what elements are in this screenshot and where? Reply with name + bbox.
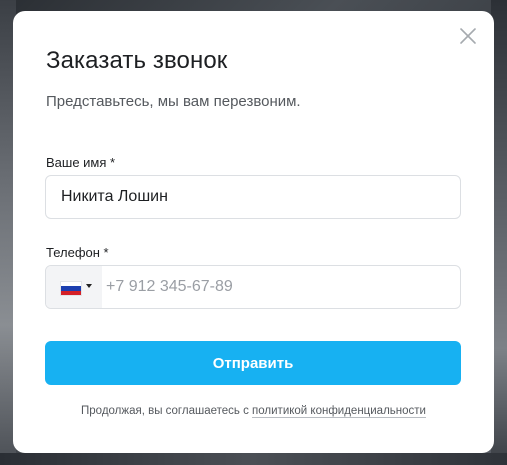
- modal-title: Заказать звонок: [46, 47, 228, 74]
- close-icon: [460, 28, 476, 44]
- close-button[interactable]: [457, 25, 479, 47]
- consent-prefix: Продолжая, вы соглашаетесь с: [81, 405, 253, 417]
- russia-flag-icon: [60, 281, 82, 296]
- callback-modal: Заказать звонок Представьтесь, мы вам пе…: [13, 11, 494, 453]
- privacy-policy-link[interactable]: политикой конфиденциальности: [252, 405, 426, 418]
- page-backdrop-bottom: [0, 453, 507, 465]
- country-code-select[interactable]: [46, 266, 102, 308]
- name-input[interactable]: [45, 175, 461, 219]
- name-label: Ваше имя *: [46, 155, 116, 170]
- submit-button[interactable]: Отправить: [45, 341, 461, 385]
- consent-text: Продолжая, вы соглашаетесь с политикой к…: [13, 405, 494, 418]
- phone-field: [45, 265, 461, 309]
- caret-down-icon: [86, 284, 92, 288]
- modal-subtitle: Представьтесь, мы вам перезвоним.: [46, 93, 301, 110]
- phone-input[interactable]: [104, 266, 458, 308]
- phone-label: Телефон *: [46, 245, 109, 260]
